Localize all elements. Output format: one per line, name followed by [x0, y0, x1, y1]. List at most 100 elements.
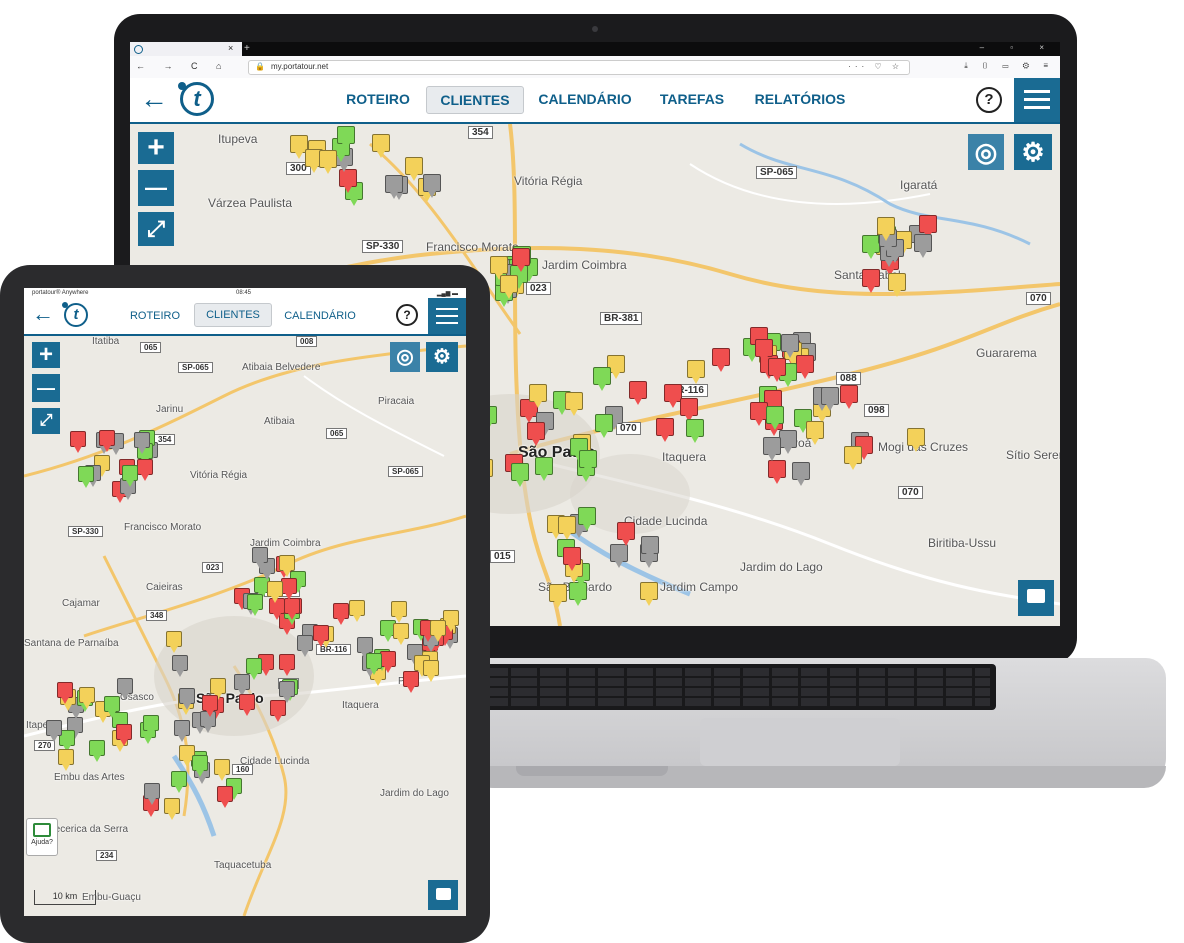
tab-calendario[interactable]: CALENDÁRIO: [534, 91, 636, 107]
chat-feedback-button[interactable]: [428, 880, 458, 910]
customer-pin[interactable]: [528, 384, 547, 409]
customer-pin[interactable]: [116, 724, 133, 747]
customer-pin[interactable]: [142, 714, 159, 737]
customer-pin[interactable]: [641, 535, 660, 560]
tab-roteiro[interactable]: ROTEIRO: [124, 310, 186, 322]
customer-pin[interactable]: [372, 134, 391, 159]
customer-pin[interactable]: [763, 436, 782, 461]
customer-pin[interactable]: [617, 522, 636, 547]
customer-pin[interactable]: [384, 175, 403, 200]
tab-roteiro[interactable]: ROTEIRO: [342, 91, 414, 107]
customer-pin[interactable]: [278, 554, 295, 577]
customer-pin[interactable]: [284, 598, 301, 621]
customer-pin[interactable]: [89, 739, 106, 762]
customer-pin[interactable]: [296, 634, 313, 657]
help-icon[interactable]: ?: [976, 87, 1002, 113]
customer-pin[interactable]: [840, 385, 859, 410]
customer-pin[interactable]: [792, 461, 811, 486]
url-actions[interactable]: ··· ♡ ☆: [848, 62, 903, 71]
customer-pin[interactable]: [336, 126, 355, 150]
window-controls[interactable]: – ▫ ×: [980, 43, 1056, 52]
locate-icon[interactable]: ◎: [968, 134, 1004, 170]
customer-pin[interactable]: [563, 546, 582, 571]
customer-pin[interactable]: [78, 686, 95, 709]
customer-pin[interactable]: [103, 695, 120, 718]
back-arrow-icon[interactable]: ←: [32, 301, 54, 327]
customer-pin[interactable]: [238, 693, 255, 716]
zoom-in-button[interactable]: +: [138, 132, 174, 164]
customer-pin[interactable]: [318, 150, 337, 175]
customer-pin[interactable]: [843, 446, 862, 471]
customer-pin[interactable]: [356, 636, 373, 659]
customer-pin[interactable]: [234, 674, 251, 697]
customer-pin[interactable]: [366, 653, 383, 676]
customer-pin[interactable]: [251, 547, 268, 570]
customer-pin[interactable]: [379, 650, 396, 673]
tab-tarefas[interactable]: TAREFAS: [654, 91, 730, 107]
customer-pin[interactable]: [392, 623, 409, 646]
settings-gear-icon[interactable]: ⚙: [1014, 134, 1052, 170]
browser-tab[interactable]: ×: [130, 42, 242, 56]
customer-pin[interactable]: [163, 798, 180, 821]
customer-pin[interactable]: [510, 462, 529, 487]
help-widget[interactable]: Ajuda?: [26, 818, 58, 856]
customer-pin[interactable]: [245, 657, 262, 680]
customer-pin[interactable]: [767, 357, 786, 382]
customer-pin[interactable]: [778, 430, 797, 455]
tab-clientes[interactable]: CLIENTES: [426, 86, 524, 114]
customer-pin[interactable]: [217, 786, 234, 809]
customer-pin[interactable]: [500, 274, 519, 299]
tab-calendario[interactable]: CALENDÁRIO: [280, 310, 360, 322]
browser-tool-icons[interactable]: ⤓ ▯ ▭ ⚙ ≡: [964, 61, 1054, 71]
customer-pin[interactable]: [266, 580, 283, 603]
customer-pin[interactable]: [595, 413, 614, 438]
customer-pin[interactable]: [918, 214, 937, 239]
customer-pin[interactable]: [711, 348, 730, 373]
close-tab-icon[interactable]: ×: [228, 43, 233, 53]
customer-pin[interactable]: [422, 659, 439, 682]
customer-pin[interactable]: [46, 720, 63, 743]
customer-pin[interactable]: [511, 247, 530, 272]
customer-pin[interactable]: [578, 506, 597, 531]
customer-pin[interactable]: [202, 694, 219, 717]
hamburger-menu-button[interactable]: [1014, 78, 1060, 122]
customer-pin[interactable]: [628, 381, 647, 406]
customer-pin[interactable]: [490, 256, 509, 281]
new-tab-button[interactable]: +: [244, 43, 250, 54]
customer-pin[interactable]: [313, 625, 330, 648]
customer-pin[interactable]: [57, 748, 74, 771]
customer-pin[interactable]: [348, 600, 365, 623]
chat-feedback-button[interactable]: [1018, 580, 1054, 616]
customer-pin[interactable]: [749, 402, 768, 427]
customer-pin[interactable]: [423, 174, 442, 199]
fullscreen-button[interactable]: ⤢: [138, 212, 174, 246]
customer-pin[interactable]: [136, 458, 153, 481]
customer-pin[interactable]: [887, 273, 906, 298]
customer-pin[interactable]: [403, 670, 420, 693]
browser-nav-buttons[interactable]: ← → C ⌂: [136, 61, 229, 71]
customer-pin[interactable]: [171, 770, 188, 793]
customer-pin[interactable]: [820, 387, 839, 412]
customer-pin[interactable]: [247, 593, 264, 616]
customer-pin[interactable]: [768, 460, 787, 485]
zoom-out-button[interactable]: —: [138, 170, 174, 206]
customer-pin[interactable]: [134, 432, 151, 455]
back-arrow-icon[interactable]: ←: [140, 83, 168, 115]
customer-pin[interactable]: [558, 516, 577, 540]
customer-pin[interactable]: [549, 583, 568, 608]
customer-pin[interactable]: [174, 720, 190, 743]
customer-pin[interactable]: [527, 422, 546, 447]
customer-pin[interactable]: [56, 681, 73, 704]
customer-pin[interactable]: [179, 687, 196, 710]
help-icon[interactable]: ?: [396, 304, 418, 326]
hamburger-menu-button[interactable]: [428, 298, 466, 334]
fullscreen-button[interactable]: ⤢: [32, 408, 60, 434]
customer-pin[interactable]: [755, 339, 774, 364]
customer-pin[interactable]: [405, 156, 424, 181]
settings-gear-icon[interactable]: ⚙: [426, 342, 458, 372]
customer-pin[interactable]: [278, 681, 295, 704]
customer-pin[interactable]: [806, 420, 825, 445]
customer-pin[interactable]: [78, 466, 95, 489]
customer-pin[interactable]: [270, 699, 287, 722]
address-bar[interactable]: 🔒 my.portatour.net ··· ♡ ☆: [248, 60, 910, 75]
